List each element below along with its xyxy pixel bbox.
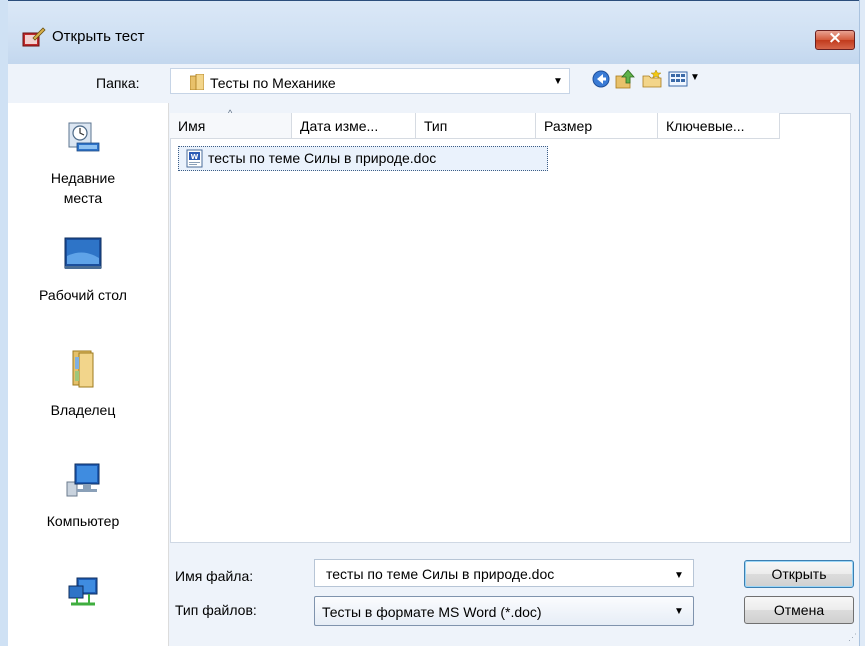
place-recent-line2: места <box>63 190 103 206</box>
back-icon[interactable] <box>590 68 612 90</box>
cancel-button[interactable]: Отмена <box>744 596 854 624</box>
look-in-label: Папка: <box>96 75 140 91</box>
column-header-type[interactable]: Тип <box>416 113 536 139</box>
views-menu-icon[interactable] <box>667 68 689 90</box>
recent-places-icon <box>68 122 100 152</box>
column-header-date-modified[interactable]: Дата изме... <box>292 113 416 139</box>
file-type-label: Тип файлов: <box>175 602 257 618</box>
svg-text:W: W <box>191 153 199 161</box>
place-computer[interactable]: Компьютер <box>8 460 158 531</box>
file-name[interactable]: тесты по теме Силы в природе.doc <box>208 150 436 166</box>
window-title: Открыть тест <box>52 28 145 45</box>
close-icon: × <box>827 28 843 48</box>
look-in-value: Тесты по Механике <box>210 75 336 91</box>
place-label-computer: Компьютер <box>46 513 120 529</box>
computer-icon <box>66 463 100 497</box>
place-recent-line1: Недавние <box>50 170 116 186</box>
title-bar-edge <box>0 0 865 1</box>
window-frame-right <box>859 0 865 646</box>
resize-grip-icon[interactable]: ⋰ <box>848 632 857 643</box>
file-name-history-chevron-down-icon[interactable]: ▼ <box>674 570 684 581</box>
place-owner[interactable]: Владелец <box>8 349 158 420</box>
window-frame-left <box>0 0 8 646</box>
column-header-size[interactable]: Размер <box>536 113 658 139</box>
views-dropdown-arrow-icon[interactable]: ▼ <box>690 72 700 83</box>
place-recent[interactable]: Недавние места <box>8 117 158 208</box>
user-folder-icon <box>72 350 94 388</box>
folder-icon <box>190 74 204 90</box>
place-network[interactable] <box>8 574 158 617</box>
desktop-icon <box>64 237 102 269</box>
sort-ascending-icon: ^ <box>228 108 233 118</box>
app-icon <box>22 27 46 47</box>
place-desktop[interactable]: Рабочий стол <box>8 234 158 305</box>
file-list[interactable] <box>170 113 851 543</box>
open-button[interactable]: Открыть <box>744 560 854 588</box>
column-header-tags[interactable]: Ключевые... <box>658 113 780 139</box>
place-label-owner: Владелец <box>50 402 116 418</box>
place-label-desktop: Рабочий стол <box>39 287 127 303</box>
file-name-label: Имя файла: <box>175 568 254 584</box>
close-button[interactable]: × <box>815 28 855 50</box>
chevron-down-icon[interactable]: ▼ <box>553 76 563 87</box>
word-doc-icon: W <box>186 149 203 168</box>
file-type-value[interactable]: Тесты в формате MS Word (*.doc) <box>322 604 542 620</box>
network-icon <box>68 577 98 606</box>
file-name-input-value[interactable]: тесты по теме Силы в природе.doc <box>326 566 554 582</box>
up-folder-icon[interactable] <box>614 68 636 90</box>
place-label-recent: Недавние места <box>8 168 158 208</box>
open-test-dialog: Открыть тест × Папка: Тесты по Механике … <box>0 0 865 646</box>
new-folder-icon[interactable] <box>641 68 663 90</box>
file-type-chevron-down-icon[interactable]: ▼ <box>674 606 684 617</box>
